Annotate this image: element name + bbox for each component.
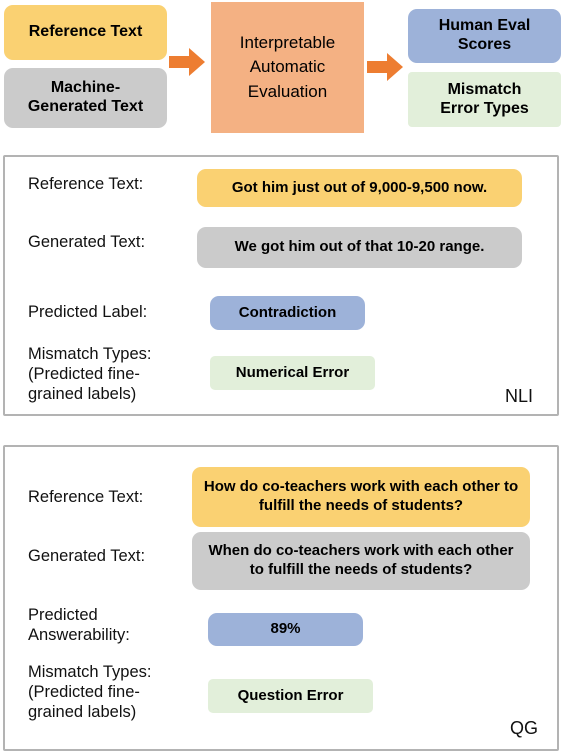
qg-value-mismatch-types: Question Error <box>208 679 373 713</box>
qg-row-label-reference-text: Reference Text: <box>28 488 144 506</box>
nli-value-predicted-label: Contradiction <box>210 296 365 330</box>
nli-value-generated-text: We got him out of that 10-20 range. <box>197 227 522 268</box>
flow-box-mismatch-error-types: Mismatch Error Types <box>408 72 561 127</box>
nli-value-reference-text: Got him just out of 9,000-9,500 now. <box>197 169 522 207</box>
nli-row-label-generated-text: Generated Text: <box>28 233 146 251</box>
qg-value-predicted-answerability: 89% <box>208 613 363 646</box>
nli-row-label-predicted-label: Predicted Label: <box>28 303 148 321</box>
qg-row-label-mismatch-types: Mismatch Types: (Predicted fine- grained… <box>28 663 152 722</box>
flow-arrow-icon <box>169 47 205 82</box>
nli-row-label-reference-text: Reference Text: <box>28 175 144 193</box>
flow-box-interpretable-automatic-evaluation: Interpretable Automatic Evaluation <box>211 2 364 133</box>
qg-value-reference-text: How do co-teachers work with each other … <box>192 467 530 527</box>
flow-box-human-eval-scores: Human Eval Scores <box>408 9 561 63</box>
nli-value-mismatch-types: Numerical Error <box>210 356 375 390</box>
qg-panel-corner-tag: QG <box>510 718 539 738</box>
flow-diagram: Reference Text Machine- Generated Text I… <box>0 0 570 148</box>
qg-row-label-generated-text: Generated Text: <box>28 547 146 565</box>
qg-value-generated-text: When do co-teachers work with each other… <box>192 532 530 590</box>
flow-arrow-icon <box>367 52 403 87</box>
nli-row-label-mismatch-types: Mismatch Types: (Predicted fine- grained… <box>28 345 152 404</box>
flow-box-reference-text: Reference Text <box>4 5 167 60</box>
nli-panel-corner-tag: NLI <box>505 386 534 406</box>
flow-box-machine-generated-text: Machine- Generated Text <box>4 68 167 128</box>
qg-row-label-predicted-answerability: Predicted Answerability: <box>28 606 130 645</box>
